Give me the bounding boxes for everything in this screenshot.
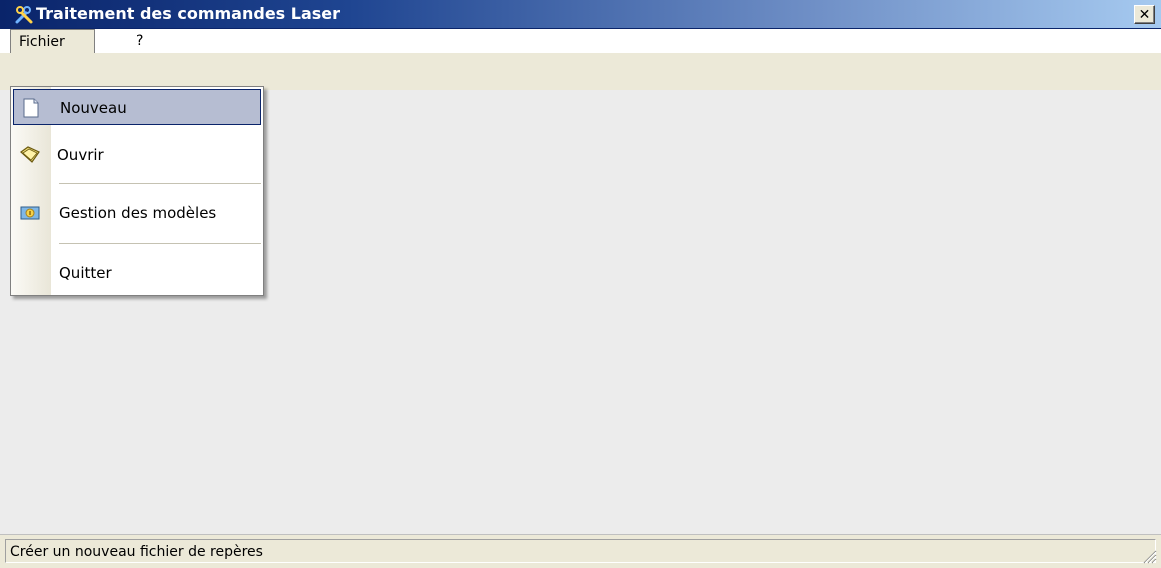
menu-item-label: Quitter xyxy=(59,264,112,282)
templates-icon xyxy=(20,206,40,220)
menu-item-quitter[interactable]: Quitter xyxy=(13,255,261,291)
menu-fichier[interactable]: Fichier xyxy=(10,29,95,53)
close-icon: ✕ xyxy=(1138,6,1151,23)
fichier-dropdown-menu: Nouveau Ouvrir Gestion des modèles Quitt… xyxy=(10,86,264,296)
status-text: Créer un nouveau fichier de repères xyxy=(10,544,263,560)
menu-item-label: Nouveau xyxy=(60,99,127,117)
menu-help[interactable]: ? xyxy=(128,29,151,53)
window-title: Traitement des commandes Laser xyxy=(36,4,341,23)
title-bar[interactable]: Traitement des commandes Laser ✕ xyxy=(0,0,1161,29)
menu-item-ouvrir[interactable]: Ouvrir xyxy=(13,137,261,173)
menu-item-gestion-modeles[interactable]: Gestion des modèles xyxy=(13,195,261,231)
menu-item-nouveau[interactable]: Nouveau xyxy=(13,89,261,125)
open-folder-icon xyxy=(20,146,40,163)
status-panel: Créer un nouveau fichier de repères xyxy=(5,539,1156,563)
app-window: Traitement des commandes Laser ✕ Fichier… xyxy=(0,0,1161,568)
new-document-icon xyxy=(23,98,39,118)
menu-separator xyxy=(59,243,261,244)
menu-item-label: Gestion des modèles xyxy=(59,204,217,222)
resize-grip-icon[interactable] xyxy=(1139,546,1157,564)
menu-separator xyxy=(59,183,261,184)
menu-bar: Fichier ? xyxy=(0,29,1161,53)
status-bar: Créer un nouveau fichier de repères xyxy=(0,534,1161,568)
tools-icon xyxy=(15,6,33,24)
menu-item-label: Ouvrir xyxy=(57,146,104,164)
close-button[interactable]: ✕ xyxy=(1134,5,1155,24)
